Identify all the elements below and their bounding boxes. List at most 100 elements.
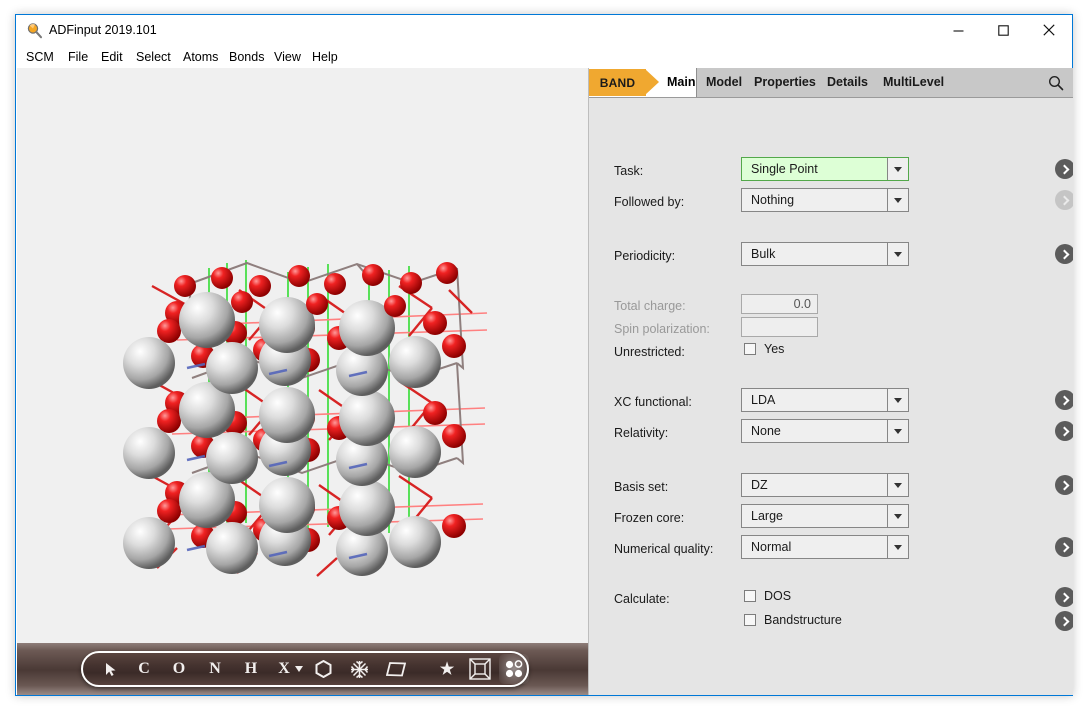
menu-item-atoms[interactable]: Atoms: [179, 46, 222, 68]
magnifier-icon: [26, 22, 43, 39]
settings-pane: BAND Main Model Properties Details Multi…: [589, 68, 1073, 695]
relativity-label: Relativity:: [614, 426, 668, 440]
basis-set-dropdown[interactable]: DZ: [741, 473, 909, 497]
periodicity-value: Bulk: [742, 243, 887, 265]
task-dropdown-caret[interactable]: [887, 158, 908, 180]
task-dropdown[interactable]: Single Point: [741, 157, 909, 181]
tab-multilevel[interactable]: MultiLevel: [883, 68, 944, 97]
bandstructure-checkbox[interactable]: [744, 614, 756, 626]
relativity-value: None: [742, 420, 887, 442]
calculate-bandstructure-row[interactable]: Bandstructure: [744, 613, 842, 627]
periodicity-label: Periodicity:: [614, 249, 675, 263]
basis-set-label: Basis set:: [614, 480, 668, 494]
numerical-quality-dropdown[interactable]: Normal: [741, 535, 909, 559]
tool-ring-icon[interactable]: [310, 653, 336, 685]
spin-polarization-input: [741, 317, 818, 337]
bandstructure-detail-button[interactable]: [1055, 611, 1073, 631]
periodicity-dropdown[interactable]: Bulk: [741, 242, 909, 266]
unrestricted-label: Unrestricted:: [614, 345, 685, 359]
unrestricted-checkbox-row[interactable]: Yes: [744, 342, 784, 356]
xc-functional-detail-button[interactable]: [1055, 390, 1073, 410]
menu-item-select[interactable]: Select: [132, 46, 175, 68]
numerical-quality-value: Normal: [742, 536, 887, 558]
xc-functional-value: LDA: [742, 389, 887, 411]
tool-star-icon[interactable]: ★: [433, 653, 461, 685]
tool-oxygen[interactable]: O: [166, 653, 192, 685]
minimize-button[interactable]: [936, 15, 981, 45]
tool-plane-icon[interactable]: [382, 653, 410, 685]
select-arrow-icon[interactable]: [97, 653, 123, 685]
frozen-core-dropdown[interactable]: Large: [741, 504, 909, 528]
periodicity-detail-button[interactable]: [1055, 244, 1073, 264]
tool-hydrogen[interactable]: H: [238, 653, 264, 685]
adfinput-application-window: ADFinput 2019.101 SCM File Edit Select A…: [0, 0, 1090, 710]
module-badge-pointer: [645, 69, 659, 95]
menu-item-bonds[interactable]: Bonds: [225, 46, 268, 68]
followed-by-label: Followed by:: [614, 195, 684, 209]
tool-bulk-periodicity-icon[interactable]: [499, 654, 529, 684]
xc-functional-dropdown[interactable]: LDA: [741, 388, 909, 412]
frozen-core-dropdown-caret[interactable]: [887, 505, 908, 527]
calculate-dos-row[interactable]: DOS: [744, 589, 791, 603]
menu-item-scm[interactable]: SCM: [22, 46, 58, 68]
chevron-down-icon[interactable]: [293, 653, 305, 685]
tool-unit-cell-icon[interactable]: [465, 653, 495, 685]
tab-model[interactable]: Model: [706, 68, 742, 97]
close-button[interactable]: [1026, 15, 1071, 45]
numerical-quality-detail-button[interactable]: [1055, 537, 1073, 557]
relativity-detail-button[interactable]: [1055, 421, 1073, 441]
relativity-dropdown-caret[interactable]: [887, 420, 908, 442]
numerical-quality-dropdown-caret[interactable]: [887, 536, 908, 558]
main-window: ADFinput 2019.101 SCM File Edit Select A…: [15, 14, 1073, 696]
search-icon[interactable]: [1044, 71, 1068, 95]
tab-properties[interactable]: Properties: [754, 68, 816, 97]
periodicity-dropdown-caret[interactable]: [887, 243, 908, 265]
followed-by-dropdown[interactable]: Nothing: [741, 188, 909, 212]
tab-main[interactable]: Main: [667, 68, 695, 97]
molecule-3d-canvas[interactable]: [17, 68, 589, 643]
tool-nitrogen[interactable]: N: [202, 653, 228, 685]
bandstructure-label: Bandstructure: [764, 613, 842, 627]
xc-functional-label: XC functional:: [614, 395, 692, 409]
basis-set-value: DZ: [742, 474, 887, 496]
calculate-label: Calculate:: [614, 592, 670, 606]
menu-bar: SCM File Edit Select Atoms Bonds View He…: [16, 46, 1072, 68]
menu-item-help[interactable]: Help: [308, 46, 342, 68]
relativity-dropdown[interactable]: None: [741, 419, 909, 443]
dos-label: DOS: [764, 589, 791, 603]
xc-functional-dropdown-caret[interactable]: [887, 389, 908, 411]
dos-detail-button[interactable]: [1055, 587, 1073, 607]
task-label: Task:: [614, 164, 643, 178]
maximize-button[interactable]: [981, 15, 1026, 45]
spin-polarization-label: Spin polarization:: [614, 322, 710, 336]
total-charge-label: Total charge:: [614, 299, 686, 313]
frozen-core-value: Large: [742, 505, 887, 527]
followed-by-dropdown-caret[interactable]: [887, 189, 908, 211]
frozen-core-label: Frozen core:: [614, 511, 684, 525]
unrestricted-option-label: Yes: [764, 342, 784, 356]
tool-carbon[interactable]: C: [131, 653, 157, 685]
tab-bar: BAND Main Model Properties Details Multi…: [589, 68, 1073, 98]
menu-item-view[interactable]: View: [270, 46, 305, 68]
title-bar: ADFinput 2019.101: [16, 15, 1072, 46]
tab-separator: [696, 68, 697, 97]
tab-details[interactable]: Details: [827, 68, 868, 97]
task-value: Single Point: [742, 158, 887, 180]
unrestricted-checkbox[interactable]: [744, 343, 756, 355]
basis-set-detail-button[interactable]: [1055, 475, 1073, 495]
followed-by-value: Nothing: [742, 189, 887, 211]
module-badge-band[interactable]: BAND: [589, 69, 646, 96]
viewer-toolbar-area: C O N H X: [17, 643, 589, 695]
basis-set-dropdown-caret[interactable]: [887, 474, 908, 496]
molecule-viewer-pane[interactable]: C O N H X: [17, 68, 589, 695]
dos-checkbox[interactable]: [744, 590, 756, 602]
menu-item-edit[interactable]: Edit: [97, 46, 127, 68]
total-charge-input: 0.0: [741, 294, 818, 314]
window-title: ADFinput 2019.101: [49, 22, 157, 39]
tool-snowflake-icon[interactable]: [346, 653, 372, 685]
numerical-quality-label: Numerical quality:: [614, 542, 713, 556]
task-detail-button[interactable]: [1055, 159, 1073, 179]
tool-other-element[interactable]: X: [273, 653, 295, 685]
menu-item-file[interactable]: File: [64, 46, 92, 68]
followed-by-detail-button: [1055, 190, 1073, 210]
